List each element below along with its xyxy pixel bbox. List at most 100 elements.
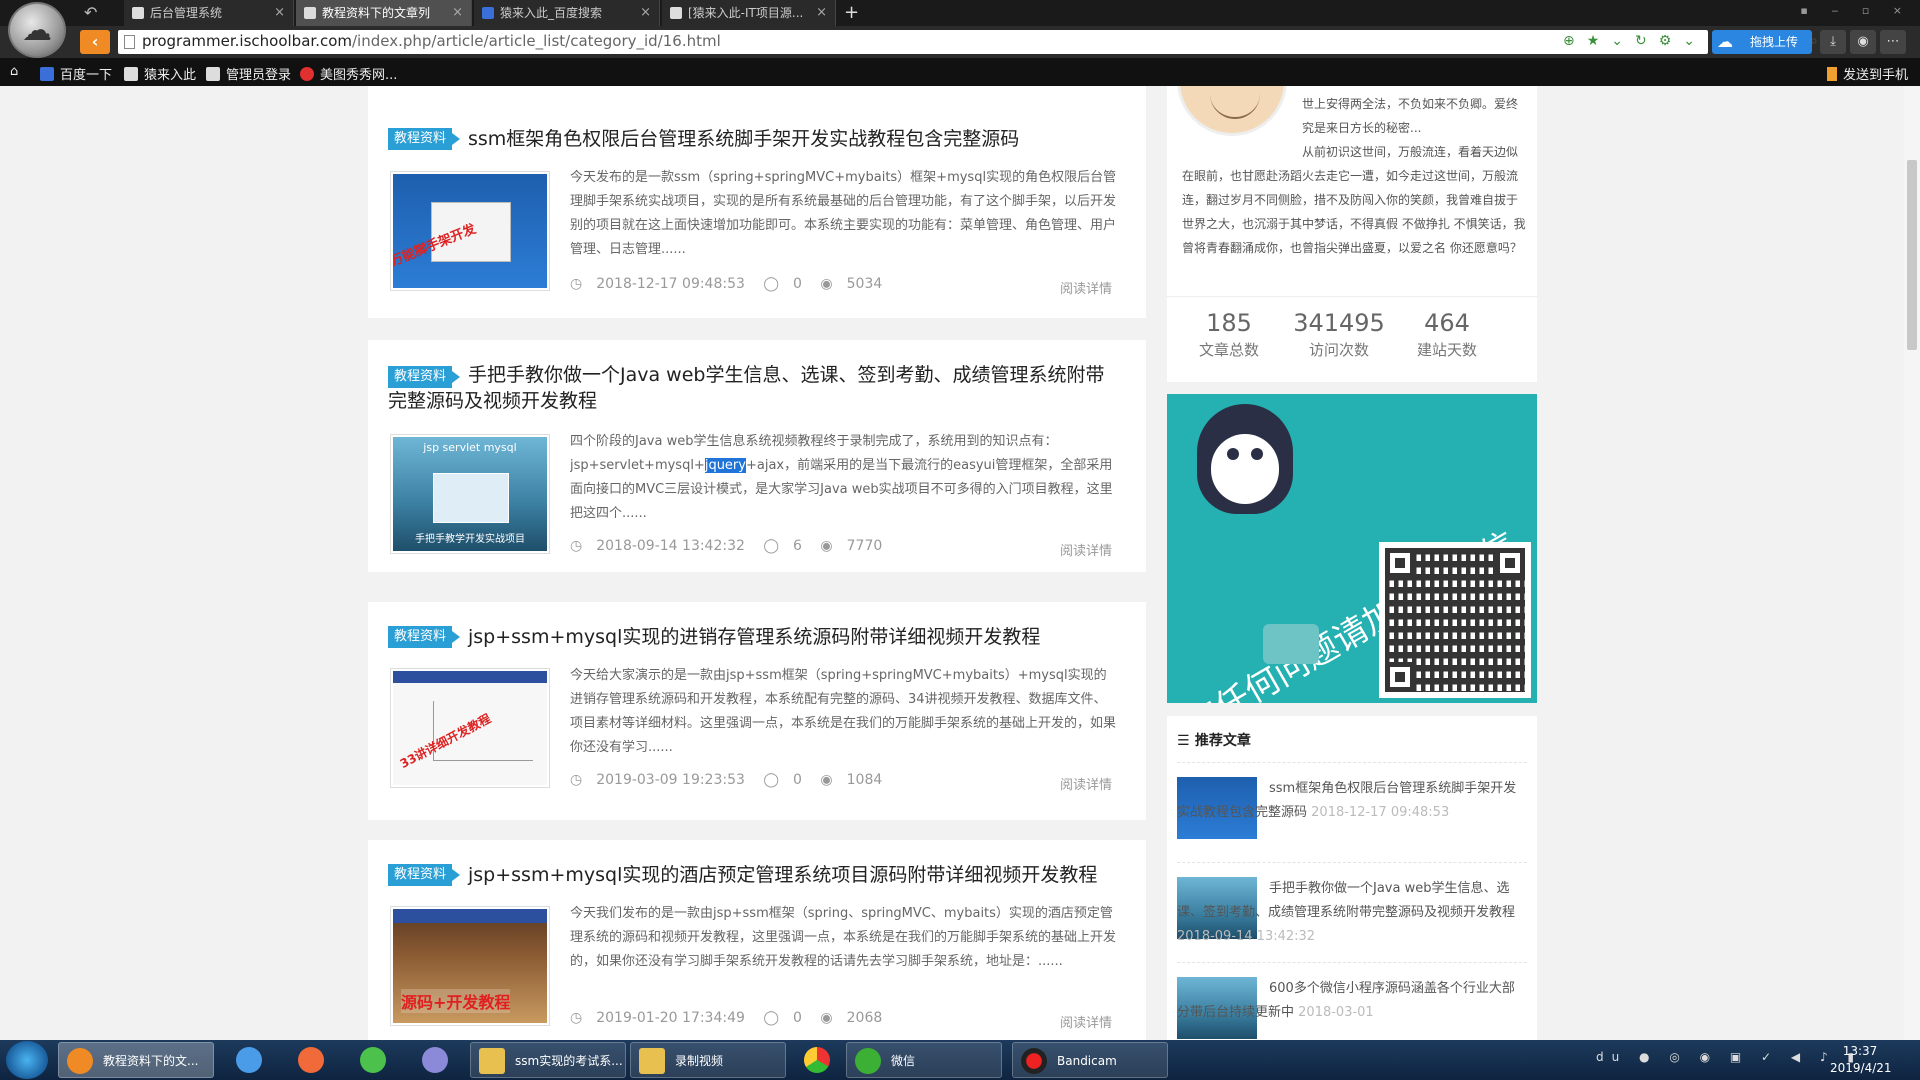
selected-text[interactable]: jquery xyxy=(704,458,746,473)
taskbar-browser[interactable]: 教程资料下的文... xyxy=(58,1042,214,1078)
recommended-text: 手把手教你做一个Java web学生信息、选课、签到考勤、成绩管理系统附带完整源… xyxy=(1177,877,1522,949)
close-icon[interactable]: × xyxy=(640,0,651,26)
game-icon[interactable]: ◉ xyxy=(1850,30,1876,54)
bookmark-admin-login[interactable]: 管理员登录 xyxy=(206,64,291,83)
article-card: 教程资料 ssm框架角色权限后台管理系统脚手架开发实战教程包含完整源码 万能脚手… xyxy=(368,86,1146,318)
taskbar-chrome[interactable] xyxy=(796,1042,840,1078)
cloud-icon xyxy=(236,1047,262,1073)
taskbar-wechat[interactable]: 微信 xyxy=(846,1042,1002,1078)
tab-label: 后台管理系统 xyxy=(150,6,223,20)
back-button[interactable]: ‹ xyxy=(80,30,110,54)
taskbar-folder-video[interactable]: 录制视频 xyxy=(630,1042,786,1078)
browser-logo-icon[interactable]: ☁ xyxy=(8,2,66,58)
taskbar-label: 录制视频 xyxy=(675,1054,724,1068)
article-title[interactable]: jsp+ssm+mysql实现的进销存管理系统源码附带详细视频开发教程 xyxy=(388,624,1116,650)
thumbnail-header-bar xyxy=(393,909,547,923)
taskbar-baidu-netdisk[interactable] xyxy=(228,1042,272,1078)
clock[interactable]: 13:37 2019/4/21 xyxy=(1830,1043,1892,1077)
mascot-face xyxy=(1211,434,1279,504)
more-icon[interactable]: ⋯ xyxy=(1880,30,1906,54)
article-title[interactable]: ssm框架角色权限后台管理系统脚手架开发实战教程包含完整源码 xyxy=(388,126,1116,152)
close-icon[interactable]: × xyxy=(274,0,285,26)
eye-icon: ◉ xyxy=(820,772,833,788)
scrollbar-thumb[interactable] xyxy=(1907,160,1917,350)
url-text[interactable]: programmer.ischoolbar.com/index.php/arti… xyxy=(142,32,721,50)
eye-icon: ◉ xyxy=(820,276,833,292)
recommended-item[interactable]: ssm框架角色权限后台管理系统脚手架开发实战教程包含完整源码 2018-12-1… xyxy=(1177,762,1527,862)
recommended-articles: ☰ 推荐文章 ssm框架角色权限后台管理系统脚手架开发实战教程包含完整源码 20… xyxy=(1167,716,1537,1040)
article-thumbnail[interactable]: jsp servlet mysql 手把手教学开发实战项目 xyxy=(390,434,550,554)
tab-label: [猿来入此-IT项目源... xyxy=(688,6,804,20)
url-field[interactable]: programmer.ischoolbar.com/index.php/arti… xyxy=(118,30,1818,54)
taskbar: 教程资料下的文... ssm实现的考试系... 录制视频 微信 Bandicam… xyxy=(0,1040,1920,1080)
page-icon xyxy=(132,7,144,19)
comment-icon: ◯ xyxy=(763,1010,780,1026)
system-tray[interactable]: du ● ◎ ◉ ▣ ✓ ◀ ♪ ▮ xyxy=(1596,1050,1862,1064)
article-title[interactable]: 手把手教你做一个Java web学生信息、选课、签到考勤、成绩管理系统附带完整源… xyxy=(388,362,1116,414)
view-count: 7770 xyxy=(846,538,883,554)
read-more-link[interactable]: 阅读详情 xyxy=(1060,774,1112,793)
start-button[interactable] xyxy=(6,1041,48,1079)
tab-baidu-search[interactable]: 猿来入此_百度搜索 × xyxy=(474,0,660,26)
baidu-icon xyxy=(40,67,54,81)
read-more-link[interactable]: 阅读详情 xyxy=(1060,540,1112,559)
thumbnail-image: 万能脚手架开发 xyxy=(393,174,547,288)
article-title[interactable]: jsp+ssm+mysql实现的酒店预定管理系统项目源码附带详细视频开发教程 xyxy=(388,862,1116,888)
url-tools[interactable]: ⊕★⌄↻⚙⌄ xyxy=(1563,33,1707,49)
stat-number: 464 xyxy=(1424,309,1470,337)
comment-icon: ◯ xyxy=(763,538,780,554)
wechat-banner[interactable]: 有任何问题请加站长微信 xyxy=(1167,394,1537,703)
recommended-item[interactable]: 600多个微信小程序源码涵盖各个行业大部分带后台持续更新中 2018-03-01 xyxy=(1177,962,1527,1040)
home-icon[interactable]: ⌂ xyxy=(10,64,18,79)
taskbar-app-2[interactable] xyxy=(414,1042,458,1078)
recommended-title: 推荐文章 xyxy=(1194,733,1251,749)
clock-icon: ◷ xyxy=(570,538,583,554)
recommended-item[interactable]: 手把手教你做一个Java web学生信息、选课、签到考勤、成绩管理系统附带完整源… xyxy=(1177,862,1527,962)
thumbnail-image: 33讲详细开发教程 xyxy=(393,671,547,785)
read-more-link[interactable]: 阅读详情 xyxy=(1060,1012,1112,1031)
recommended-item-date: 2018-09-14 13:42:32 xyxy=(1177,929,1316,944)
download-icon[interactable]: ⤓ xyxy=(1820,30,1846,54)
tab-admin[interactable]: 后台管理系统 × xyxy=(124,0,294,26)
mascot-eye xyxy=(1251,448,1263,460)
clock-icon: ◷ xyxy=(570,772,583,788)
meitu-icon xyxy=(300,67,314,81)
taskbar-folder-exam[interactable]: ssm实现的考试系... xyxy=(470,1042,626,1078)
tab-ischoolbar[interactable]: [猿来入此-IT项目源... × xyxy=(662,0,836,26)
thumbnail-header: jsp servlet mysql xyxy=(423,441,517,454)
taskbar-app[interactable] xyxy=(290,1042,334,1078)
comment-icon: ◯ xyxy=(763,276,780,292)
profile-bio: 世上安得两全法，不负如来不负卿。爱终究是来日方长的秘密... xyxy=(1302,97,1519,135)
bookmark-yuanlai[interactable]: 猿来入此 xyxy=(124,64,196,83)
bookmark-baidu[interactable]: 百度一下 xyxy=(40,64,112,83)
avatar[interactable] xyxy=(1177,86,1287,136)
stat-articles: 185 文章总数 xyxy=(1179,309,1279,360)
cloud-upload-icon: ☁ xyxy=(1717,32,1733,51)
stat-number: 185 xyxy=(1206,309,1252,337)
read-more-link[interactable]: 阅读详情 xyxy=(1060,278,1112,297)
article-thumbnail[interactable]: 33讲详细开发教程 xyxy=(390,668,550,788)
thumbnail-stamp: 源码+开发教程 xyxy=(401,989,511,1013)
form-preview xyxy=(433,473,509,523)
window-controls[interactable]: ▪ ‒ ▫ × xyxy=(1800,4,1912,17)
clock-date: 2019/4/21 xyxy=(1830,1061,1892,1075)
taskbar-360[interactable] xyxy=(352,1042,396,1078)
send-to-phone-label: 发送到手机 xyxy=(1842,68,1908,83)
baidu-icon xyxy=(482,7,494,19)
send-to-phone-button[interactable]: 发送到手机 xyxy=(1826,64,1908,83)
article-thumbnail[interactable]: 万能脚手架开发 xyxy=(390,171,550,291)
recommended-item-date: 2018-03-01 xyxy=(1298,1005,1374,1020)
new-tab-button[interactable]: + xyxy=(844,2,859,23)
thumbnail-footer: 手把手教学开发实战项目 xyxy=(415,534,525,545)
article-thumbnail[interactable]: 源码+开发教程 xyxy=(390,906,550,1026)
close-icon[interactable]: × xyxy=(816,0,827,26)
tab-back-icon[interactable]: ↶ xyxy=(84,3,97,22)
bookmark-meitu[interactable]: 美图秀秀网... xyxy=(300,64,397,83)
taskbar-bandicam[interactable]: Bandicam xyxy=(1012,1042,1168,1078)
taskbar-label: 微信 xyxy=(891,1054,916,1068)
shield-icon xyxy=(360,1047,386,1073)
close-icon[interactable]: × xyxy=(452,0,463,26)
web-page: 教程资料 ssm框架角色权限后台管理系统脚手架开发实战教程包含完整源码 万能脚手… xyxy=(0,86,1920,1040)
tab-label: 教程资料下的文章列 xyxy=(322,6,431,20)
tab-article-list[interactable]: 教程资料下的文章列 × xyxy=(296,0,472,26)
